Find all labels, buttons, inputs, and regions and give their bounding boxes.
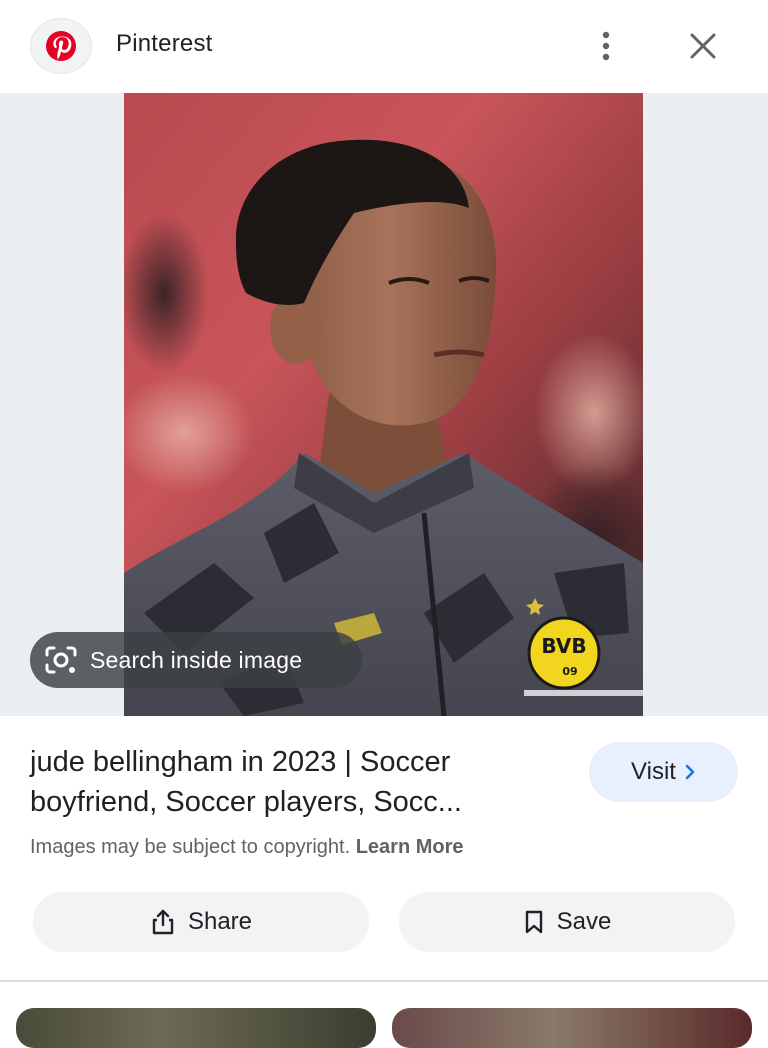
site-name: Pinterest xyxy=(116,30,213,57)
visit-label: Visit xyxy=(631,758,676,785)
result-title[interactable]: jude bellingham in 2023 | Soccer boyfrie… xyxy=(30,742,560,822)
result-title-line-2: boyfriend, Soccer players, Socc... xyxy=(30,786,462,818)
close-button[interactable] xyxy=(680,24,726,68)
more-options-button[interactable] xyxy=(586,24,626,68)
player-photo: BVB 09 xyxy=(124,93,643,716)
svg-text:BVB: BVB xyxy=(541,634,586,658)
result-title-line-1: jude bellingham in 2023 | Soccer xyxy=(30,746,451,778)
share-icon xyxy=(152,909,174,935)
header-bar: Pinterest xyxy=(0,0,768,93)
visit-button[interactable]: Visit xyxy=(589,742,738,802)
save-button[interactable]: Save xyxy=(399,892,735,952)
related-images-strip xyxy=(0,1008,768,1048)
search-inside-image-button[interactable]: Search inside image xyxy=(30,632,362,688)
close-icon xyxy=(690,33,716,59)
learn-more-link[interactable]: Learn More xyxy=(356,836,464,858)
copyright-text: Images may be subject to copyright. xyxy=(30,836,351,858)
lens-icon xyxy=(45,646,77,674)
result-info: jude bellingham in 2023 | Soccer boyfrie… xyxy=(0,716,768,982)
save-label: Save xyxy=(556,908,612,935)
related-image[interactable] xyxy=(392,1008,752,1048)
share-label: Share xyxy=(187,908,253,935)
more-vert-icon xyxy=(602,31,610,61)
site-logo[interactable] xyxy=(30,18,92,74)
share-button[interactable]: Share xyxy=(33,892,369,952)
related-image[interactable] xyxy=(16,1008,376,1048)
result-image[interactable]: BVB 09 xyxy=(124,93,643,716)
section-divider xyxy=(0,980,768,982)
pinterest-logo-icon xyxy=(46,31,76,61)
search-inside-image-label: Search inside image xyxy=(90,646,303,673)
bookmark-icon xyxy=(525,910,542,934)
svg-text:09: 09 xyxy=(562,665,577,678)
chevron-right-icon xyxy=(685,764,695,780)
copyright-notice: Images may be subject to copyright. Lear… xyxy=(30,836,464,859)
image-viewer: BVB 09 Search inside image xyxy=(0,93,768,716)
